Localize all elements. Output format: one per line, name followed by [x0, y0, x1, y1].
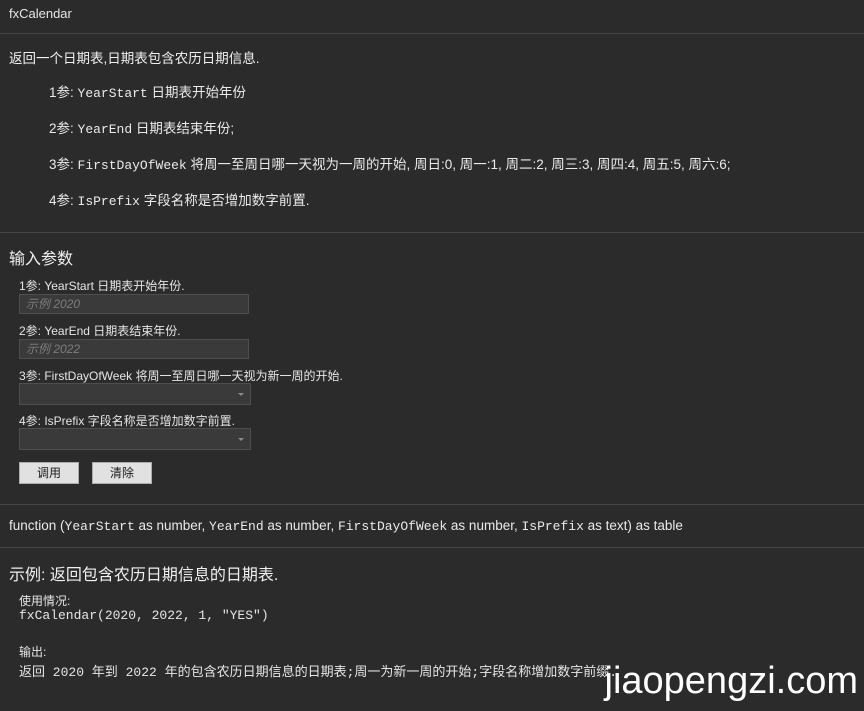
param-name: YearEnd: [77, 122, 133, 137]
param-desc-4: 4参: IsPrefix 字段名称是否增加数字前置.: [49, 193, 310, 209]
field-label-yearstart: 1参: YearStart 日期表开始年份.: [19, 279, 185, 293]
usage-label: 使用情况:: [19, 594, 71, 608]
chevron-down-icon: [238, 438, 244, 441]
output-label: 输出:: [19, 645, 47, 659]
output-text: 返回 2020 年到 2022 年的包含农历日期信息的日期表;周一为新一周的开始…: [19, 665, 618, 680]
field-label-firstdayofweek: 3参: FirstDayOfWeek 将周一至周日哪一天视为新一周的开始.: [19, 369, 343, 383]
field-label-yearend: 2参: YearEnd 日期表结束年份.: [19, 324, 181, 338]
invoke-button[interactable]: 调用: [19, 462, 79, 484]
param-desc-2: 2参: YearEnd 日期表结束年份;: [49, 121, 235, 137]
chevron-down-icon: [238, 393, 244, 396]
yearend-input[interactable]: [19, 339, 249, 359]
yearstart-input[interactable]: [19, 294, 249, 314]
isprefix-select[interactable]: [19, 428, 251, 450]
param-name: IsPrefix: [77, 194, 140, 209]
divider: [0, 504, 864, 505]
param-desc-3: 3参: FirstDayOfWeek 将周一至周日哪一天视为一周的开始, 周日:…: [49, 157, 731, 173]
divider: [0, 547, 864, 548]
input-params-heading: 输入参数: [9, 251, 74, 268]
usage-code: fxCalendar(2020, 2022, 1, "YES"): [19, 608, 269, 623]
param-desc-1: 1参: YearStart 日期表开始年份: [49, 85, 246, 101]
function-summary: 返回一个日期表,日期表包含农历日期信息.: [9, 51, 260, 66]
function-signature: function (YearStart as number, YearEnd a…: [9, 518, 683, 534]
field-label-isprefix: 4参: IsPrefix 字段名称是否增加数字前置.: [19, 414, 236, 428]
param-name: FirstDayOfWeek: [77, 158, 187, 173]
divider: [0, 232, 864, 233]
watermark: jiaopengzi.com: [604, 660, 858, 702]
example-title: 示例: 返回包含农历日期信息的日期表.: [9, 567, 279, 584]
firstdayofweek-select[interactable]: [19, 383, 251, 405]
param-name: YearStart: [77, 86, 148, 101]
divider: [0, 33, 864, 34]
window-title: fxCalendar: [9, 6, 72, 21]
function-help-page: fxCalendar 返回一个日期表,日期表包含农历日期信息. 1参: Year…: [0, 0, 864, 711]
clear-button[interactable]: 清除: [92, 462, 152, 484]
